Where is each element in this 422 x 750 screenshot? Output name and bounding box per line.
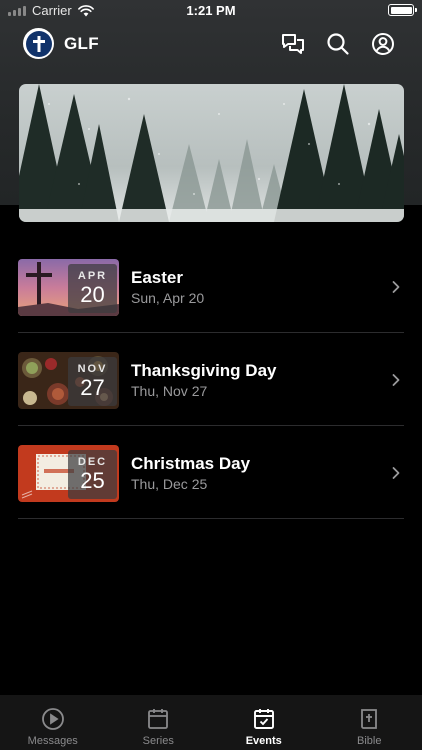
easter-thumbnail: APR 20: [18, 259, 119, 316]
event-title: Thanksgiving Day: [131, 361, 277, 380]
event-date: Sun, Apr 20: [131, 290, 205, 306]
event-title: Easter: [131, 268, 183, 287]
bible-icon: [361, 709, 378, 729]
calendar-check-icon: [253, 709, 274, 729]
chevron-right-icon: [392, 467, 400, 479]
calendar-icon: [148, 709, 169, 729]
tab-events[interactable]: Events: [211, 695, 317, 750]
cross-logo-icon[interactable]: [23, 28, 54, 59]
play-circle-icon: [41, 708, 64, 730]
badge-month: DEC: [77, 456, 108, 468]
badge-month: NOV: [77, 363, 108, 375]
tab-label: Messages: [27, 735, 78, 747]
event-row-easter[interactable]: APR 20 Easter Sun, Apr 20: [0, 240, 422, 333]
event-title: Christmas Day: [131, 454, 251, 473]
app-header: GLF: [0, 28, 422, 60]
chevron-right-icon: [392, 281, 400, 293]
tab-bible[interactable]: Bible: [317, 695, 422, 750]
events-list: APR 20 Easter Sun, Apr 20 NOV 27 Thanksg…: [0, 240, 422, 519]
badge-day: 27: [80, 375, 105, 400]
status-time: 1:21 PM: [186, 3, 236, 18]
badge-month: APR: [77, 270, 108, 282]
hero-image[interactable]: [19, 84, 404, 222]
search-icon[interactable]: [325, 31, 351, 57]
tab-label: Events: [245, 735, 282, 747]
date-badge: DEC 25: [68, 450, 117, 499]
christmas-thumbnail: DEC 25: [18, 445, 119, 502]
tab-label: Bible: [357, 735, 382, 747]
event-row-christmas[interactable]: DEC 25 Christmas Day Thu, Dec 25: [0, 426, 422, 519]
event-date: Thu, Dec 25: [131, 476, 208, 492]
chevron-right-icon: [392, 374, 400, 386]
thanksgiving-thumbnail: NOV 27: [18, 352, 119, 409]
tab-label: Series: [142, 735, 174, 747]
chat-icon[interactable]: [280, 31, 306, 57]
date-badge: APR 20: [68, 264, 117, 313]
snowy-forest-image: [19, 84, 404, 222]
profile-icon[interactable]: [370, 31, 396, 57]
tab-series[interactable]: Series: [106, 695, 212, 750]
app-title: GLF: [64, 34, 99, 53]
battery-icon: [388, 4, 417, 16]
status-bar: Carrier 1:21 PM: [0, 0, 422, 22]
tab-bar: Messages Series Events Bible: [0, 695, 422, 750]
event-date: Thu, Nov 27: [131, 383, 208, 399]
badge-day: 25: [80, 468, 105, 493]
date-badge: NOV 27: [68, 357, 117, 406]
event-row-thanksgiving[interactable]: NOV 27 Thanksgiving Day Thu, Nov 27: [0, 333, 422, 426]
badge-day: 20: [80, 282, 105, 307]
divider: [18, 518, 404, 519]
tab-messages[interactable]: Messages: [0, 695, 106, 750]
